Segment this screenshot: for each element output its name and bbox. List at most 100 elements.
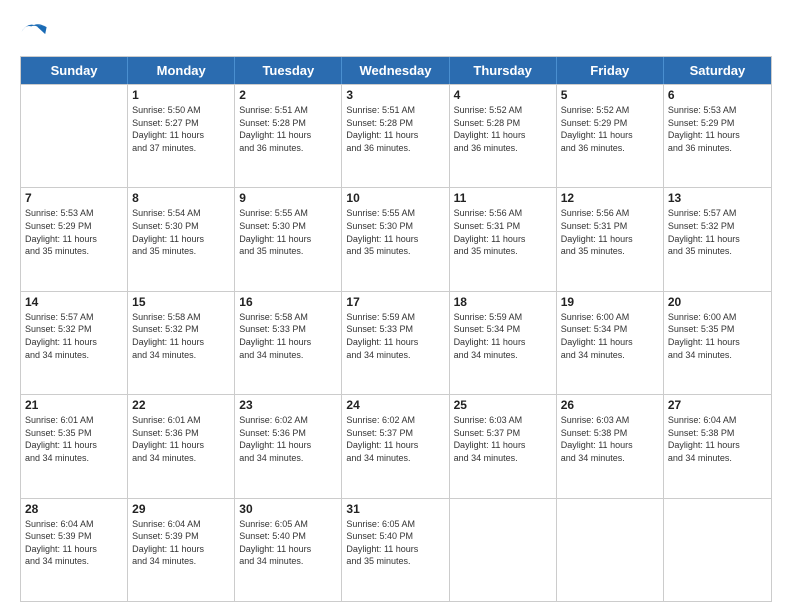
day-cell-7: 7 Sunrise: 5:53 AMSunset: 5:29 PMDaylight… (21, 188, 128, 290)
day-info: Sunrise: 6:00 AMSunset: 5:34 PMDaylight:… (561, 311, 659, 361)
day-info: Sunrise: 5:56 AMSunset: 5:31 PMDaylight:… (561, 207, 659, 257)
header-day-friday: Friday (557, 57, 664, 84)
empty-cell (664, 499, 771, 601)
day-number: 23 (239, 398, 337, 412)
day-number: 18 (454, 295, 552, 309)
day-number: 1 (132, 88, 230, 102)
day-number: 10 (346, 191, 444, 205)
day-cell-21: 21 Sunrise: 6:01 AMSunset: 5:35 PMDayligh… (21, 395, 128, 497)
day-number: 5 (561, 88, 659, 102)
day-number: 26 (561, 398, 659, 412)
day-number: 2 (239, 88, 337, 102)
day-cell-16: 16Sunrise: 5:58 AMSunset: 5:33 PMDayligh… (235, 292, 342, 394)
day-info: Sunrise: 6:01 AMSunset: 5:36 PMDaylight:… (132, 414, 230, 464)
day-number: 25 (454, 398, 552, 412)
day-info: Sunrise: 6:02 AMSunset: 5:37 PMDaylight:… (346, 414, 444, 464)
day-info: Sunrise: 5:55 AMSunset: 5:30 PMDaylight:… (346, 207, 444, 257)
day-number: 21 (25, 398, 123, 412)
week-row-2: 7 Sunrise: 5:53 AMSunset: 5:29 PMDaylight… (21, 187, 771, 290)
logo (20, 18, 52, 46)
calendar-body: 1 Sunrise: 5:50 AMSunset: 5:27 PMDaylight… (21, 84, 771, 601)
logo-icon (20, 18, 48, 46)
day-cell-26: 26 Sunrise: 6:03 AMSunset: 5:38 PMDayligh… (557, 395, 664, 497)
header-day-tuesday: Tuesday (235, 57, 342, 84)
day-cell-1: 1 Sunrise: 5:50 AMSunset: 5:27 PMDaylight… (128, 85, 235, 187)
day-info: Sunrise: 5:51 AMSunset: 5:28 PMDaylight:… (239, 104, 337, 154)
day-number: 28 (25, 502, 123, 516)
day-cell-24: 24Sunrise: 6:02 AMSunset: 5:37 PMDayligh… (342, 395, 449, 497)
day-cell-3: 3 Sunrise: 5:51 AMSunset: 5:28 PMDaylight… (342, 85, 449, 187)
header-day-saturday: Saturday (664, 57, 771, 84)
day-cell-19: 19Sunrise: 6:00 AMSunset: 5:34 PMDayligh… (557, 292, 664, 394)
day-number: 17 (346, 295, 444, 309)
week-row-4: 21 Sunrise: 6:01 AMSunset: 5:35 PMDayligh… (21, 394, 771, 497)
day-info: Sunrise: 6:04 AMSunset: 5:39 PMDaylight:… (25, 518, 123, 568)
day-number: 6 (668, 88, 767, 102)
day-cell-20: 20Sunrise: 6:00 AMSunset: 5:35 PMDayligh… (664, 292, 771, 394)
day-cell-12: 12Sunrise: 5:56 AMSunset: 5:31 PMDayligh… (557, 188, 664, 290)
day-info: Sunrise: 5:53 AMSunset: 5:29 PMDaylight:… (668, 104, 767, 154)
day-number: 4 (454, 88, 552, 102)
header-day-monday: Monday (128, 57, 235, 84)
day-number: 30 (239, 502, 337, 516)
day-cell-8: 8 Sunrise: 5:54 AMSunset: 5:30 PMDaylight… (128, 188, 235, 290)
day-cell-30: 30 Sunrise: 6:05 AMSunset: 5:40 PMDayligh… (235, 499, 342, 601)
day-cell-22: 22 Sunrise: 6:01 AMSunset: 5:36 PMDayligh… (128, 395, 235, 497)
day-cell-29: 29 Sunrise: 6:04 AMSunset: 5:39 PMDayligh… (128, 499, 235, 601)
header (20, 18, 772, 46)
calendar-header: SundayMondayTuesdayWednesdayThursdayFrid… (21, 57, 771, 84)
day-number: 14 (25, 295, 123, 309)
empty-cell (450, 499, 557, 601)
day-number: 22 (132, 398, 230, 412)
day-cell-13: 13Sunrise: 5:57 AMSunset: 5:32 PMDayligh… (664, 188, 771, 290)
day-info: Sunrise: 5:50 AMSunset: 5:27 PMDaylight:… (132, 104, 230, 154)
header-day-wednesday: Wednesday (342, 57, 449, 84)
week-row-5: 28 Sunrise: 6:04 AMSunset: 5:39 PMDayligh… (21, 498, 771, 601)
day-cell-10: 10 Sunrise: 5:55 AMSunset: 5:30 PMDayligh… (342, 188, 449, 290)
day-cell-17: 17 Sunrise: 5:59 AMSunset: 5:33 PMDayligh… (342, 292, 449, 394)
day-info: Sunrise: 5:51 AMSunset: 5:28 PMDaylight:… (346, 104, 444, 154)
day-number: 9 (239, 191, 337, 205)
day-number: 27 (668, 398, 767, 412)
day-info: Sunrise: 5:52 AMSunset: 5:29 PMDaylight:… (561, 104, 659, 154)
header-day-thursday: Thursday (450, 57, 557, 84)
day-cell-27: 27 Sunrise: 6:04 AMSunset: 5:38 PMDayligh… (664, 395, 771, 497)
calendar: SundayMondayTuesdayWednesdayThursdayFrid… (20, 56, 772, 602)
day-info: Sunrise: 6:05 AMSunset: 5:40 PMDaylight:… (239, 518, 337, 568)
day-cell-2: 2 Sunrise: 5:51 AMSunset: 5:28 PMDaylight… (235, 85, 342, 187)
empty-cell (557, 499, 664, 601)
day-info: Sunrise: 6:04 AMSunset: 5:38 PMDaylight:… (668, 414, 767, 464)
day-cell-11: 11Sunrise: 5:56 AMSunset: 5:31 PMDayligh… (450, 188, 557, 290)
day-cell-23: 23 Sunrise: 6:02 AMSunset: 5:36 PMDayligh… (235, 395, 342, 497)
day-number: 8 (132, 191, 230, 205)
day-cell-4: 4 Sunrise: 5:52 AMSunset: 5:28 PMDaylight… (450, 85, 557, 187)
day-number: 11 (454, 191, 552, 205)
day-info: Sunrise: 5:57 AMSunset: 5:32 PMDaylight:… (25, 311, 123, 361)
day-cell-9: 9 Sunrise: 5:55 AMSunset: 5:30 PMDaylight… (235, 188, 342, 290)
day-number: 7 (25, 191, 123, 205)
day-info: Sunrise: 5:57 AMSunset: 5:32 PMDaylight:… (668, 207, 767, 257)
day-cell-5: 5 Sunrise: 5:52 AMSunset: 5:29 PMDaylight… (557, 85, 664, 187)
day-cell-31: 31Sunrise: 6:05 AMSunset: 5:40 PMDayligh… (342, 499, 449, 601)
day-number: 3 (346, 88, 444, 102)
day-info: Sunrise: 6:02 AMSunset: 5:36 PMDaylight:… (239, 414, 337, 464)
day-info: Sunrise: 6:00 AMSunset: 5:35 PMDaylight:… (668, 311, 767, 361)
day-cell-28: 28 Sunrise: 6:04 AMSunset: 5:39 PMDayligh… (21, 499, 128, 601)
day-cell-25: 25Sunrise: 6:03 AMSunset: 5:37 PMDayligh… (450, 395, 557, 497)
day-info: Sunrise: 6:05 AMSunset: 5:40 PMDaylight:… (346, 518, 444, 568)
day-info: Sunrise: 6:01 AMSunset: 5:35 PMDaylight:… (25, 414, 123, 464)
day-info: Sunrise: 5:53 AMSunset: 5:29 PMDaylight:… (25, 207, 123, 257)
day-number: 16 (239, 295, 337, 309)
day-info: Sunrise: 5:59 AMSunset: 5:33 PMDaylight:… (346, 311, 444, 361)
day-info: Sunrise: 6:04 AMSunset: 5:39 PMDaylight:… (132, 518, 230, 568)
empty-cell (21, 85, 128, 187)
day-cell-6: 6 Sunrise: 5:53 AMSunset: 5:29 PMDaylight… (664, 85, 771, 187)
day-info: Sunrise: 5:55 AMSunset: 5:30 PMDaylight:… (239, 207, 337, 257)
week-row-1: 1 Sunrise: 5:50 AMSunset: 5:27 PMDaylight… (21, 84, 771, 187)
day-info: Sunrise: 5:52 AMSunset: 5:28 PMDaylight:… (454, 104, 552, 154)
week-row-3: 14 Sunrise: 5:57 AMSunset: 5:32 PMDayligh… (21, 291, 771, 394)
day-cell-14: 14 Sunrise: 5:57 AMSunset: 5:32 PMDayligh… (21, 292, 128, 394)
day-number: 29 (132, 502, 230, 516)
day-info: Sunrise: 6:03 AMSunset: 5:38 PMDaylight:… (561, 414, 659, 464)
day-info: Sunrise: 5:54 AMSunset: 5:30 PMDaylight:… (132, 207, 230, 257)
